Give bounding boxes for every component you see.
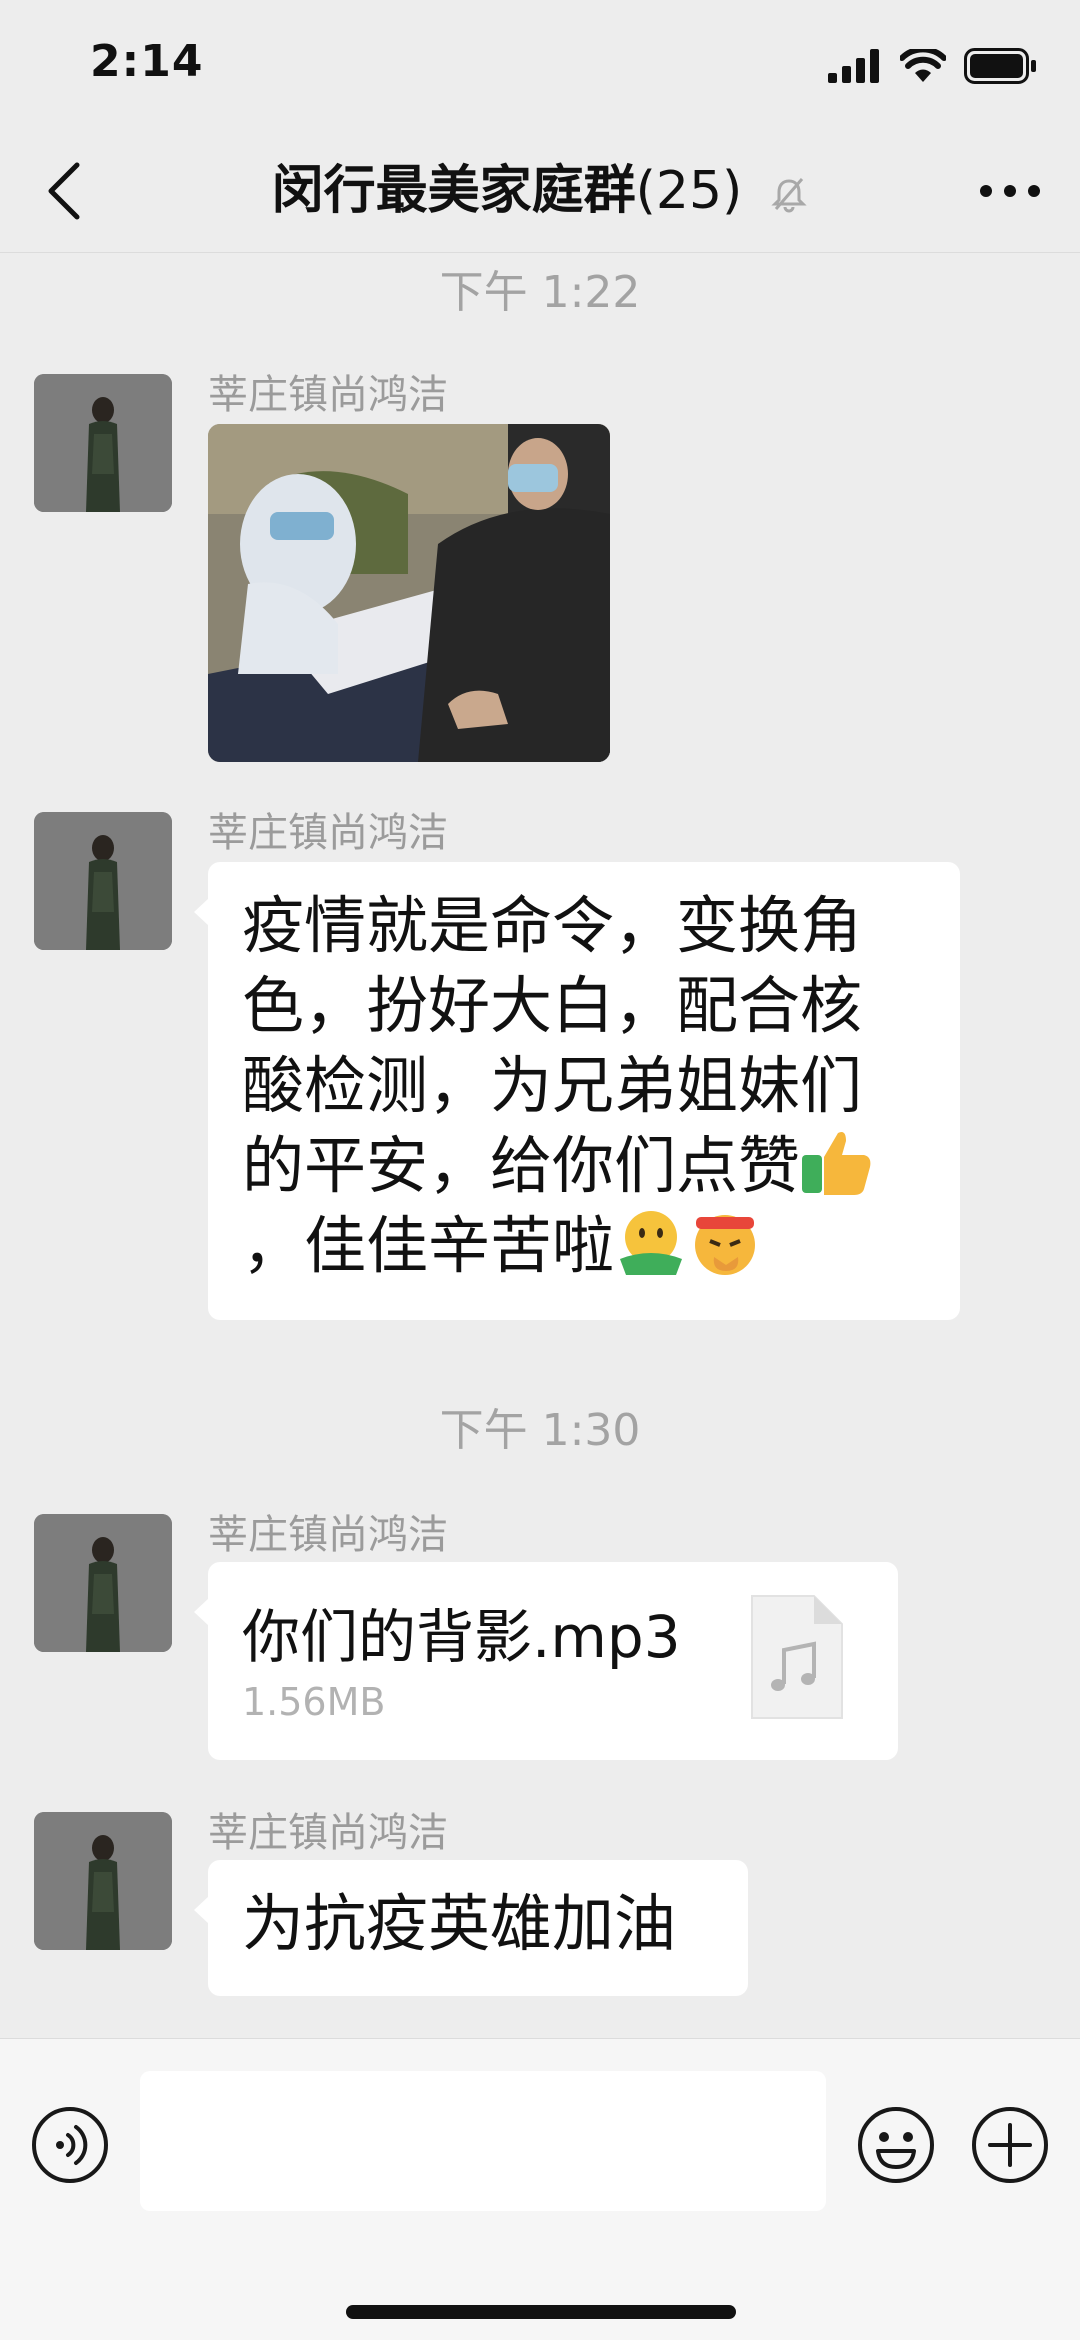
file-message-bubble[interactable]: 你们的背影.mp3 1.56MB (194, 1562, 898, 1760)
chat-area[interactable]: 下午 1:22 莘庄镇尚鸿洁 莘庄镇尚鸿洁 疫情就是命令，变换角 色，扮好大白，… (0, 252, 1080, 2038)
home-indicator (346, 2305, 736, 2319)
timestamp: 下午 1:22 (439, 267, 641, 318)
emoji-icon[interactable] (856, 2105, 936, 2185)
message-input[interactable] (140, 2071, 826, 2211)
file-size: 1.56MB (242, 1680, 386, 1724)
status-bar: 2:14 (0, 0, 1080, 130)
status-time: 2:14 (90, 36, 204, 87)
member-count: (25) (635, 161, 743, 221)
message-line: ，佳佳辛苦啦 (242, 1209, 615, 1282)
hug-emoji (620, 1211, 683, 1275)
message-bubble[interactable]: 为抗疫英雄加油 (194, 1860, 748, 1996)
wifi-icon (900, 49, 946, 82)
message-text: 疫情就是命令，变换角 色，扮好大白，配合核 酸检测，为兄弟姐妹们 的平安，给你们… (208, 862, 960, 1314)
shush-emoji (695, 1215, 756, 1275)
shared-photo[interactable] (208, 424, 610, 762)
music-file-icon (751, 1595, 843, 1719)
file-name: 你们的背影.mp3 (242, 1603, 681, 1671)
chat-title: 闵行最美家庭群(25) (0, 160, 1080, 222)
more-button[interactable] (970, 156, 1050, 226)
avatar-photo (34, 812, 172, 950)
sender-name: 莘庄镇尚鸿洁 (208, 810, 448, 856)
avatar-photo (34, 1812, 172, 1950)
avatar[interactable] (34, 1812, 172, 1950)
battery-icon (964, 48, 1036, 84)
input-bar (0, 2038, 1080, 2340)
avatar[interactable] (34, 374, 172, 512)
message-text: 为抗疫英雄加油 (242, 1887, 677, 1960)
timestamp: 下午 1:30 (439, 1405, 641, 1456)
message-line: 酸检测，为兄弟姐妹们 (242, 1049, 863, 1122)
message-line-with-emoji: ，佳佳辛苦啦 (242, 1206, 926, 1286)
group-name: 闵行最美家庭群 (271, 161, 636, 221)
mute-bell-icon (771, 178, 808, 213)
message-bubble[interactable]: 疫情就是命令，变换角 色，扮好大白，配合核 酸检测，为兄弟姐妹们 的平安，给你们… (194, 862, 960, 1320)
signal-icon (828, 49, 879, 83)
sender-name: 莘庄镇尚鸿洁 (208, 372, 448, 418)
sender-name: 莘庄镇尚鸿洁 (208, 1512, 448, 1558)
message-line: 的平安，给你们点赞 (242, 1129, 801, 1202)
avatar-photo (34, 1514, 172, 1652)
nav-bar: 闵行最美家庭群(25) (0, 130, 1080, 253)
avatar-photo (34, 374, 172, 512)
status-icons (828, 46, 1038, 86)
sender-name: 莘庄镇尚鸿洁 (208, 1810, 448, 1856)
avatar[interactable] (34, 1514, 172, 1652)
thumbs-up-emoji (802, 1132, 871, 1195)
message-line: 疫情就是命令，变换角 (242, 889, 863, 962)
message-line-with-emoji: 的平安，给你们点赞 (242, 1126, 926, 1206)
photo-image (208, 424, 610, 762)
message-line: 色，扮好大白，配合核 (242, 969, 863, 1042)
avatar[interactable] (34, 812, 172, 950)
more-icon (980, 185, 1040, 197)
voice-icon[interactable] (30, 2105, 110, 2185)
plus-icon[interactable] (970, 2105, 1050, 2185)
